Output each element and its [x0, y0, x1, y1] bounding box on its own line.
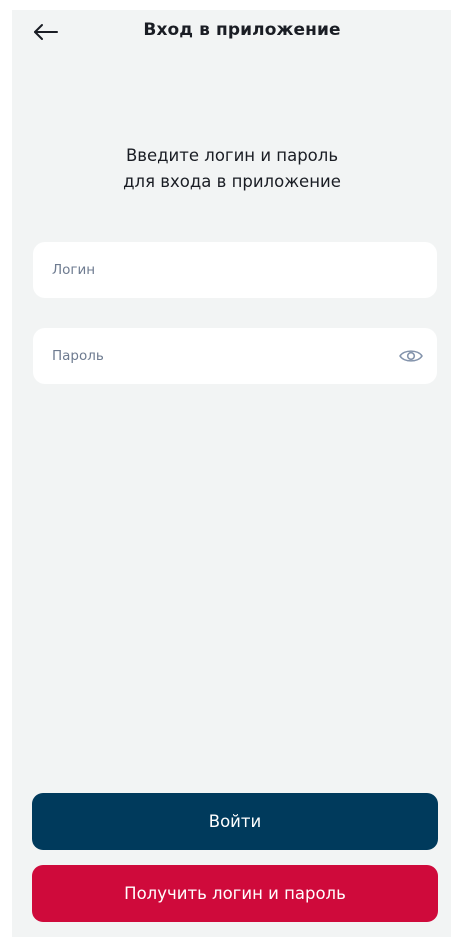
toggle-password-visibility-button[interactable]: [398, 345, 424, 367]
top-bar: Вход в приложение: [12, 10, 451, 54]
instruction-line-1: Введите логин и пароль: [125, 146, 339, 165]
login-input[interactable]: [33, 242, 437, 298]
login-screen: Вход в приложение Введите логин и пароль…: [12, 10, 451, 937]
arrow-left-icon: [34, 24, 58, 40]
instruction-line-2: для входа в приложение: [123, 172, 341, 191]
eye-icon: [399, 350, 423, 362]
password-field: [33, 328, 437, 384]
password-input[interactable]: [33, 328, 437, 384]
get-credentials-button[interactable]: Получить логин и пароль: [32, 865, 438, 922]
login-field: [33, 242, 437, 298]
back-button[interactable]: [30, 18, 62, 46]
login-button[interactable]: Войти: [32, 793, 438, 850]
page-title: Вход в приложение: [143, 20, 341, 40]
instruction-text: Введите логин и пароль для входа в прило…: [52, 143, 412, 195]
